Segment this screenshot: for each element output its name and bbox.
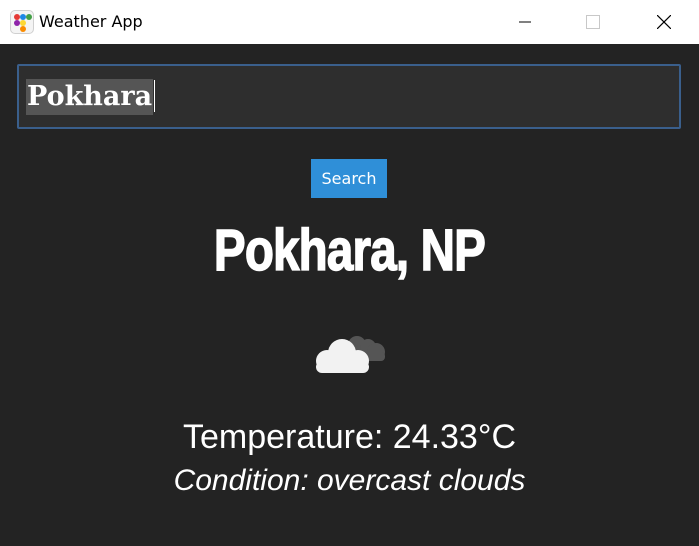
minimize-button[interactable] (502, 0, 548, 44)
maximize-icon (586, 15, 600, 29)
maximize-button[interactable] (570, 0, 616, 44)
window-title: Weather App (39, 12, 143, 31)
search-button[interactable]: Search (311, 159, 387, 198)
temperature-text: Temperature: 24.33°C (183, 418, 516, 456)
condition-text: Condition: overcast clouds (173, 464, 526, 497)
minimize-icon (519, 16, 531, 28)
search-input-value: Pokhara (26, 79, 154, 115)
overcast-clouds-icon (311, 328, 387, 376)
close-icon (657, 15, 671, 29)
city-title: Pokhara, NP (213, 217, 486, 284)
close-button[interactable] (641, 0, 687, 44)
title-bar[interactable]: Weather App (0, 0, 699, 44)
weather-app-window: Weather App Pokhara Search Pokhara, NP T… (0, 0, 699, 546)
app-dots-icon (10, 10, 34, 34)
text-caret (154, 80, 155, 112)
city-search-input[interactable]: Pokhara (17, 64, 681, 129)
